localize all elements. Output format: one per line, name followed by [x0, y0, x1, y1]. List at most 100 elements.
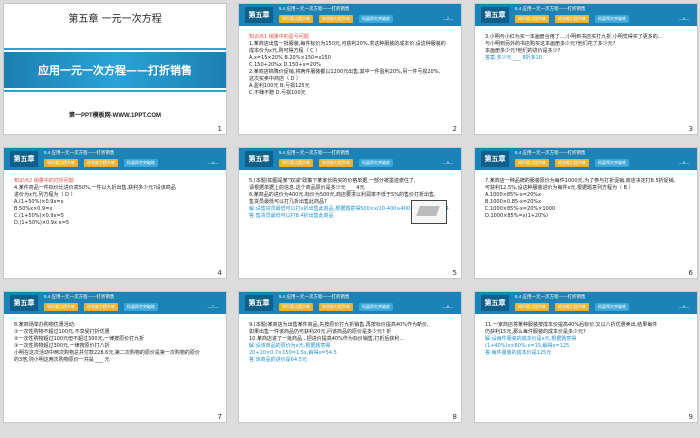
section-title: 5.4 应用一元一次方程——打折销售	[279, 294, 350, 299]
section-title: 5.4 应用一元一次方程——打折销售	[44, 150, 115, 155]
tab-extension: 拓展探究突破练	[124, 159, 158, 167]
tab-knowledge: 知识要点提升练	[279, 303, 313, 311]
slide-thumbnail-2[interactable]: 第五章 5.4 应用一元一次方程——打折销售 知识要点提升练 综合能力提升练 拓展探究突…	[238, 3, 462, 135]
slide-text-line: 8.某商场举办购物优惠活动:	[14, 322, 76, 328]
slide-text-line: 成本价为x元,则可得方程（ C ）	[249, 48, 321, 54]
slide-text-line: A.1000×85%-x=20%x	[485, 192, 541, 198]
slide-text-line: 可获利12.5%,设这种服装进价为每件x元,根据题意列方程为（ B ）	[485, 185, 634, 191]
chapter-badge: 第五章	[245, 7, 273, 23]
tab-comprehensive: 综合能力提升练	[319, 159, 353, 167]
receipt-image	[411, 200, 447, 224]
tab-knowledge: 知识要点提升练	[515, 15, 549, 23]
slide-text-line: 本画册多少元?他们的进价是多少?	[485, 48, 561, 54]
slide-text-line: 答:每件服装的成本价是125元	[485, 350, 552, 356]
slide-text-line: 答案:多少元 ___ 8折多10	[485, 55, 542, 61]
slide-text-line: 与小明到另外的书店购买这本画册多少元?他们花了多少元?	[485, 41, 616, 47]
slide-tabs: 知识要点提升练 综合能力提升练 拓展探究突破练	[279, 303, 393, 311]
slide-header: 第五章 5.4 应用一元一次方程——打折销售 知识要点提升练 综合能力提升练 拓展探究突…	[4, 148, 226, 170]
slide-body: 7.某商店一种品牌的服装原价为每件1000元,为了参与打折促销,商店决定打8.5…	[485, 178, 685, 220]
slide-thumbnail-5[interactable]: 第五章 5.4 应用一元一次方程——打折销售 知识要点提升练 综合能力提升练 拓展探究突…	[238, 147, 462, 279]
slide-text-line: 11.一家商店将某种服装按成本价提高40%后标价,又以八折优惠卖出,结果每件	[485, 322, 658, 328]
slide-text-line: C.1000×85%-x=20%×1000	[485, 206, 556, 212]
slide-text-line: 2.某商店搞降价促销,将两件服装都以1200元出售,其中一件盈利20%,另一件亏…	[249, 69, 441, 75]
slide-thumbnail-7[interactable]: 第五章 5.4 应用一元一次方程——打折销售知识要点提升练 综合能力提升练 拓展探究突…	[3, 291, 227, 423]
slide-header: 第五章 5.4 应用一元一次方程——打折销售 知识要点提升练 综合能力提升练 拓展探究突…	[475, 292, 697, 314]
slide-text-line: 小明在这次活动中两次购物总共付款228.6元,第二次购物的原价是第一次购物的原价	[14, 350, 200, 356]
slide-text-line: A.x=15×20% B.20%×150=x150	[249, 55, 331, 61]
chapter-badge: 第五章	[481, 295, 509, 311]
slide-thumbnail-9[interactable]: 第五章 5.4 应用一元一次方程——打折销售 知识要点提升练 综合能力提升练 拓展探究突…	[474, 291, 698, 423]
slide-text-line: 这次买卖中商店（ D ）	[249, 76, 302, 82]
slide-header: 第五章 5.4 应用一元一次方程——打折销售知识要点提升练 综合能力提升练 拓展探究突…	[239, 292, 461, 314]
slide-header: 第五章 5.4 应用一元一次方程——打折销售 知识要点提升练 综合能力提升练 拓展探究突…	[475, 148, 697, 170]
slide-text-line: C.(1+50%)×0.9x=5	[14, 213, 64, 219]
cover-divider	[4, 48, 226, 50]
slide-number: 2	[452, 125, 457, 133]
slide-text-line: C.不赚不赔 D.亏损100元	[249, 90, 306, 96]
slide-text-line: 10.某商店进了一批商品...把进价提高40%作为标价销售,打折后获利...	[249, 336, 405, 342]
chapter-badge: 第五章	[481, 151, 509, 167]
slide-page-indicator: —8—	[442, 304, 453, 309]
slide-text-line: 请根据单据上的信息,这个商品原价是多少元 ___ 4元	[249, 185, 365, 191]
slide-text-line: 进价为x元,列方程为（ D ）	[14, 192, 76, 198]
cover-divider	[4, 90, 226, 92]
slide-text-line: 9.(本题)某商店为出售某件商品,先按原价打九折销售,再按标价提高40%作为新价…	[249, 322, 429, 328]
slide-body: 知识点2 销量中的打折问题 4.某件商品一件标价比进价高50%,一件以九折出售,获…	[14, 178, 214, 227]
cover-subtitle: 应用一元一次方程——打折销售	[38, 64, 192, 77]
slide-thumbnail-4[interactable]: 第五章 5.4 应用一元一次方程——打折销售 知识要点提升练 综合能力提升练 拓展探究突…	[3, 147, 227, 279]
slide-thumbnail-6[interactable]: 第五章 5.4 应用一元一次方程——打折销售 知识要点提升练 综合能力提升练 拓展探究突…	[474, 147, 698, 279]
slide-text-line: 知识点2 销量中的打折问题	[14, 178, 74, 184]
slide-thumbnail-3[interactable]: 第五章 5.4 应用一元一次方程——打折销售 知识要点提升练 综合能力提升练 拓展探究突…	[474, 3, 698, 135]
tab-knowledge: 知识要点提升练	[515, 159, 549, 167]
slide-header: 第五章 5.4 应用一元一次方程——打折销售 知识要点提升练 综合能力提升练 拓展探究突…	[475, 4, 697, 26]
slide-tabs: 知识要点提升练 综合能力提升练 拓展探究突破练	[515, 303, 629, 311]
slide-text-line: 的3倍,则小明这两次购物原价一共是 ___ 元	[14, 357, 110, 363]
slide-text-line: C.150+20%x D.150+x=20%	[249, 62, 321, 68]
slide-text-line: 仍获利15元,那么每件服装的成本价是多少元?	[485, 329, 586, 335]
slide-text-line: A.盈利100元 B.亏损125元	[249, 83, 310, 89]
chapter-badge: 第五章	[245, 295, 273, 311]
slide-text-line: 20+10×0.7×150=1.5x,解得x=54.5	[249, 350, 337, 356]
slide-number: 5	[452, 269, 457, 277]
slide-page-indicator: —3—	[678, 16, 689, 21]
slide-text-line: D.1000×85%=x(1+20%)	[485, 213, 549, 219]
tab-extension: 拓展探究突破练	[359, 15, 393, 23]
section-title: 5.4 应用一元一次方程——打折销售	[515, 6, 586, 11]
slide-text-line: ③一次性购物超过300元,一律按原价打八折	[14, 343, 110, 349]
tab-extension: 拓展探究突破练	[595, 159, 629, 167]
cover-website: 第一PPT模板网-WWW.1PPT.COM	[69, 113, 161, 119]
slide-body: 11.一家商店将某种服装按成本价提高40%后标价,又以八折优惠卖出,结果每件 仍获…	[485, 322, 685, 357]
chapter-badge: 第五章	[10, 295, 38, 311]
slide-tabs: 知识要点提升练 综合能力提升练 拓展探究突破练	[44, 303, 158, 311]
slide-thumbnail-8[interactable]: 第五章 5.4 应用一元一次方程——打折销售知识要点提升练 综合能力提升练 拓展探究突…	[238, 291, 462, 423]
slide-thumbnail-1[interactable]: 第五章 一元一次方程 应用一元一次方程——打折销售 第一PPT模板网-WWW.1…	[3, 3, 227, 135]
slide-tabs: 知识要点提升练 综合能力提升练 拓展探究突破练	[44, 159, 158, 167]
slide-text-line: B.1000×0.85-x=20%x	[485, 199, 542, 205]
tab-extension: 拓展探究突破练	[359, 159, 393, 167]
slide-text-line: 6.某商品的进价为400元,标价为500元,商店要求以利润率不低于5%的售价打折…	[249, 192, 436, 198]
tab-comprehensive: 综合能力提升练	[555, 303, 589, 311]
tab-knowledge: 知识要点提升练	[279, 15, 313, 23]
slide-number: 8	[452, 413, 457, 421]
slide-body: 9.(本题)某商店为出售某件商品,先按原价打九折销售,再按标价提高40%作为新价…	[249, 322, 449, 364]
slide-text-line: ①一次性购物不超过100元,不享受打折优惠	[14, 329, 110, 335]
slide-body: 8.某商场举办购物优惠活动: ①一次性购物不超过100元,不享受打折优惠 ②一次性购…	[14, 322, 214, 364]
slide-text-line: B.50%x×0.9=x	[14, 206, 53, 212]
slide-text-line: 如果出售一件该商品仍可获利20元,问该商品的原价是多少元? 折	[249, 329, 392, 335]
slide-page-indicator: —6—	[678, 160, 689, 165]
slide-number: 6	[688, 269, 693, 277]
slide-text-line: 答:该商品的进价是64.5元	[249, 357, 307, 363]
slide-body: 3.小明与小红为买一本画册合用了...,小明到书店买打九折,小明觉得买了更多的.…	[485, 34, 685, 62]
cover-chapter-title: 第五章 一元一次方程	[68, 14, 162, 25]
slide-page-indicator: —9—	[678, 304, 689, 309]
slide-text-line: ②一次性购物超过100元但不超过300元,一律按原价打九折	[14, 336, 145, 342]
section-title: 5.4 应用一元一次方程——打折销售	[44, 294, 115, 299]
slide-page-indicator: —2—	[442, 16, 453, 21]
tab-knowledge: 知识要点提升练	[44, 303, 78, 311]
tab-knowledge: 知识要点提升练	[44, 159, 78, 167]
slide-number: 3	[688, 125, 693, 133]
slide-page-indicator: —4—	[207, 160, 218, 165]
slide-header: 第五章 5.4 应用一元一次方程——打折销售知识要点提升练 综合能力提升练 拓展探究突…	[4, 292, 226, 314]
slide-tabs: 知识要点提升练 综合能力提升练 拓展探究突破练	[515, 159, 629, 167]
tab-comprehensive: 综合能力提升练	[84, 159, 118, 167]
